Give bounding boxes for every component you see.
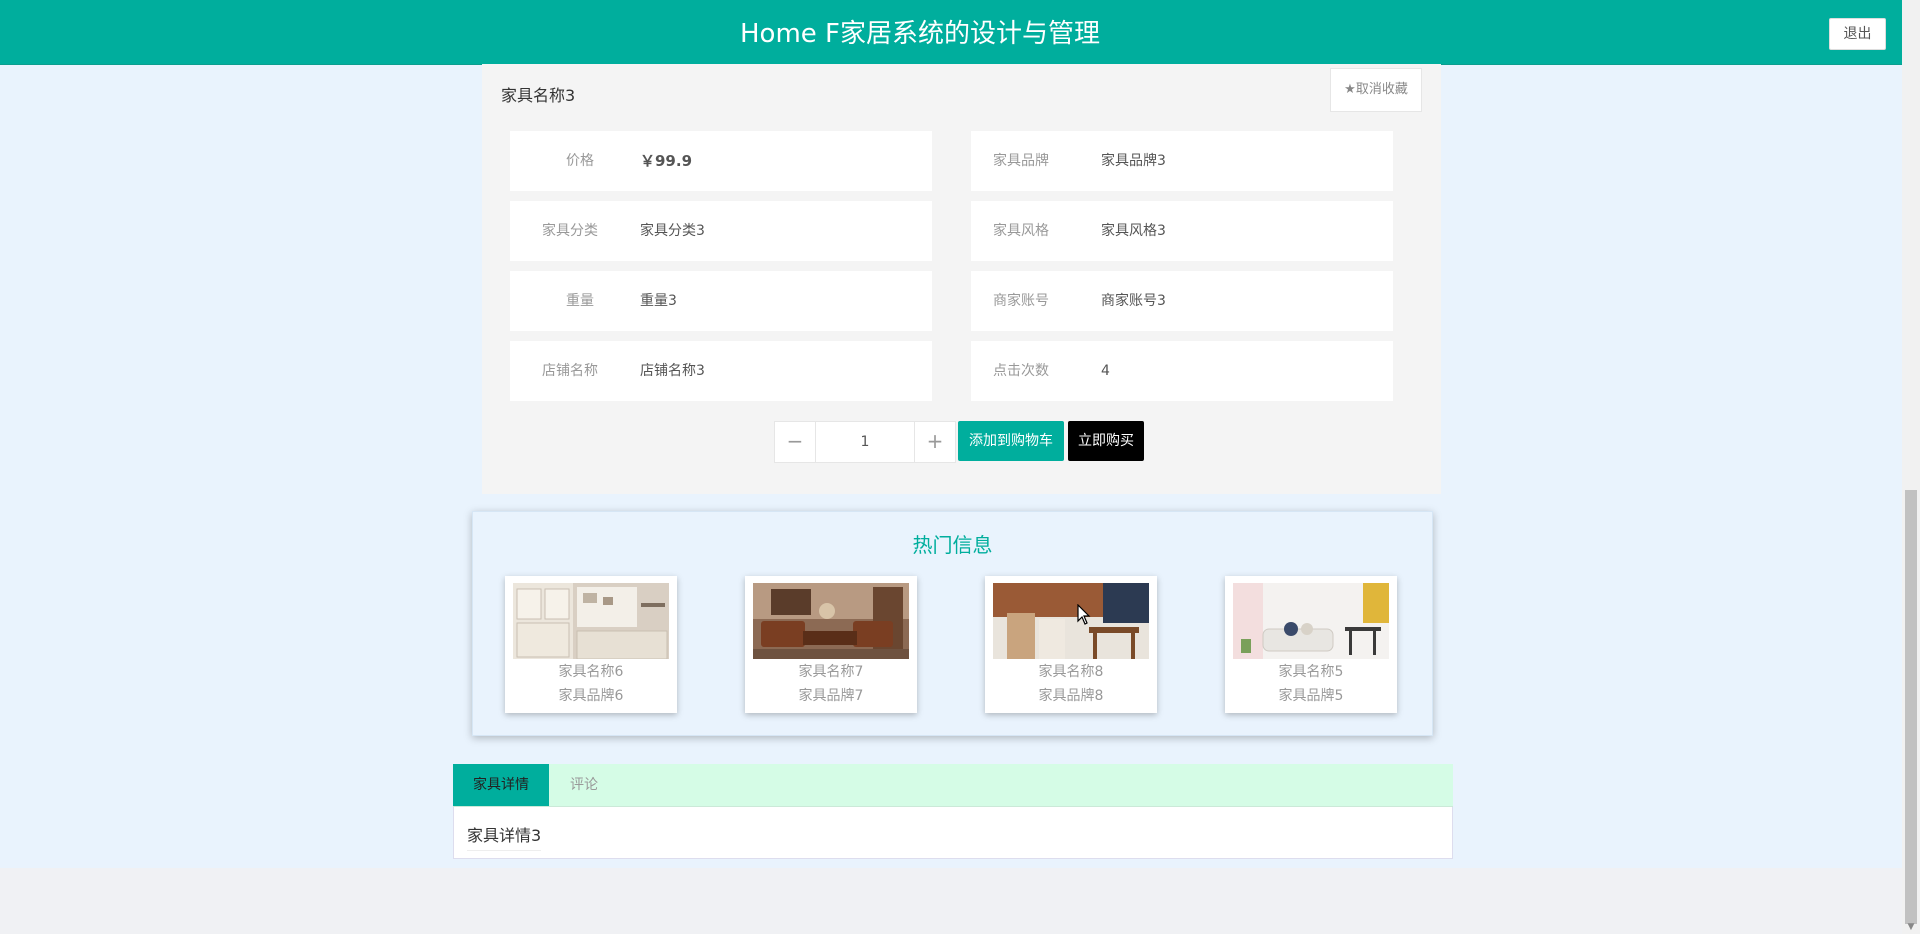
hot-item-name: 家具名称7	[798, 664, 864, 680]
info-card-clicks: 点击次数 4	[971, 341, 1393, 401]
info-label: 店铺名称	[542, 363, 598, 379]
tab-comments[interactable]: 评论	[549, 764, 619, 806]
hot-item-brand: 家具品牌6	[558, 688, 624, 704]
hot-item-name: 家具名称6	[558, 664, 624, 680]
hot-item-brand: 家具品牌5	[1278, 688, 1344, 704]
add-to-cart-button[interactable]: 添加到购物车	[958, 421, 1064, 461]
minus-icon[interactable]: −	[775, 422, 816, 462]
info-value: 家具品牌3	[1101, 153, 1166, 169]
info-label: 点击次数	[993, 363, 1049, 379]
info-value: 店铺名称3	[640, 363, 705, 379]
quantity-input[interactable]	[816, 422, 914, 462]
info-value: 重量3	[640, 293, 677, 309]
info-label: 家具风格	[993, 223, 1049, 239]
info-card-price: 价格 ￥99.9	[510, 131, 932, 191]
scrollbar-thumb[interactable]	[1905, 490, 1917, 924]
info-label: 家具品牌	[993, 153, 1049, 169]
hot-item[interactable]: 家具名称7 家具品牌7	[745, 576, 917, 713]
furniture-image	[993, 583, 1149, 659]
plus-icon[interactable]: +	[914, 422, 955, 462]
tab-furniture-details[interactable]: 家具详情	[453, 764, 549, 806]
furniture-image	[513, 583, 669, 659]
info-label: 家具分类	[542, 223, 598, 239]
mouse-cursor-icon	[1077, 603, 1091, 630]
hot-item-name: 家具名称8	[1038, 664, 1104, 680]
info-card-category: 家具分类 家具分类3	[510, 201, 932, 261]
info-card-style: 家具风格 家具风格3	[971, 201, 1393, 261]
hot-item[interactable]: 家具名称8 家具品牌8	[985, 576, 1157, 713]
hot-item-brand: 家具品牌8	[1038, 688, 1104, 704]
info-label: 价格	[566, 153, 594, 169]
info-card-weight: 重量 重量3	[510, 271, 932, 331]
hot-item-name: 家具名称5	[1278, 664, 1344, 680]
quantity-stepper: − +	[774, 421, 956, 463]
site-title: Home F家居系统的设计与管理	[739, 19, 1100, 49]
furniture-image	[1233, 583, 1389, 659]
hot-info-title: 热门信息	[912, 533, 993, 557]
scroll-down-icon[interactable]: ▼	[1905, 922, 1917, 932]
furniture-image	[753, 583, 909, 659]
info-value: ￥99.9	[640, 152, 693, 170]
info-value: 商家账号3	[1101, 293, 1166, 309]
info-card-brand: 家具品牌 家具品牌3	[971, 131, 1393, 191]
unfavorite-button[interactable]: ★取消收藏	[1330, 68, 1422, 112]
hot-item[interactable]: 家具名称5 家具品牌5	[1225, 576, 1397, 713]
info-label: 商家账号	[993, 293, 1049, 309]
product-name: 家具名称3	[501, 86, 576, 105]
info-card-shop: 店铺名称 店铺名称3	[510, 341, 932, 401]
info-label: 重量	[566, 293, 594, 309]
info-value: 家具风格3	[1101, 223, 1166, 239]
info-value: 家具分类3	[640, 223, 705, 239]
tab-content: 家具详情3	[467, 822, 542, 851]
info-value: 4	[1101, 363, 1110, 379]
info-card-merchant: 商家账号 商家账号3	[971, 271, 1393, 331]
logout-button[interactable]: 退出	[1829, 18, 1886, 50]
buy-now-button[interactable]: 立即购买	[1068, 421, 1144, 461]
hot-item-brand: 家具品牌7	[798, 688, 864, 704]
hot-item[interactable]: 家具名称6 家具品牌6	[505, 576, 677, 713]
top-bar: Home F家居系统的设计与管理 退出	[0, 0, 1902, 65]
